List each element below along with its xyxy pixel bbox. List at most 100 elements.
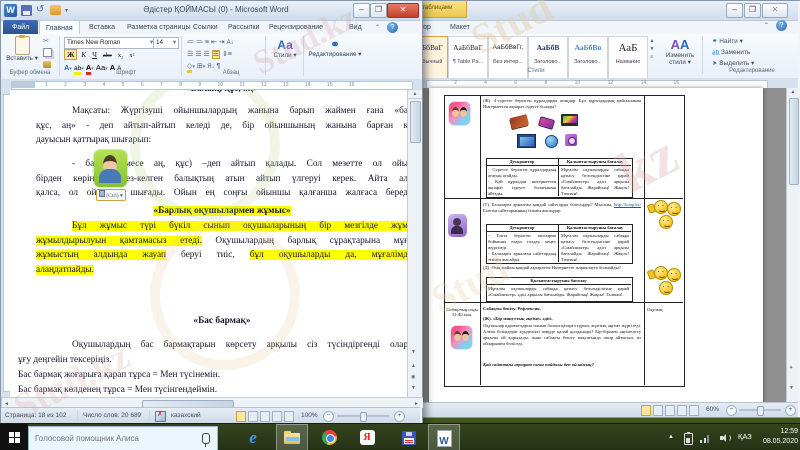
word-count[interactable]: Число слов: 20 689	[83, 412, 141, 419]
language-indicator[interactable]: казахский	[171, 412, 201, 419]
right-zoom-level[interactable]: 60%	[706, 406, 719, 413]
tab-file[interactable]: Файл	[3, 20, 38, 35]
zoom-out-icon[interactable]: −	[323, 411, 334, 422]
undo-icon[interactable]: ↺	[36, 4, 44, 15]
microphone-icon[interactable]	[202, 433, 210, 444]
justify-icon[interactable]: ☰	[212, 50, 220, 59]
right-restore-button[interactable]: ❐	[744, 3, 761, 18]
sort-icon[interactable]: А↓	[227, 40, 234, 46]
multilevel-list-icon[interactable]: ≡	[205, 39, 209, 46]
zoom-slider-thumb[interactable]	[360, 412, 367, 422]
taskbar-explorer-icon[interactable]	[276, 424, 308, 450]
start-button[interactable]	[0, 424, 28, 450]
style-title[interactable]: АаБ Название	[608, 36, 648, 80]
editing-button[interactable]: ⚭ Редактирование ▾	[307, 38, 363, 58]
zoom-in-icon[interactable]: +	[394, 411, 405, 422]
print-layout-view-icon[interactable]	[236, 411, 246, 422]
zoom-slider[interactable]	[739, 409, 781, 411]
zoom-in-icon[interactable]: +	[785, 405, 796, 416]
quick-print-icon[interactable]	[50, 5, 61, 15]
kitap-link[interactable]: http://kitap.kz/	[614, 202, 641, 207]
bullet-list-icon[interactable]: ≔	[187, 39, 194, 46]
scroll-down-icon[interactable]: ▼	[789, 384, 794, 392]
find-button[interactable]: ⚭ Найти ▾	[712, 37, 743, 46]
font-name-combo[interactable]: Times New Roman ▾	[64, 37, 156, 49]
right-tab-maket[interactable]: Макет	[444, 20, 476, 35]
tab-review[interactable]: Рецензирование	[263, 20, 329, 35]
zoom-slider[interactable]	[337, 415, 389, 417]
draft-view-icon[interactable]	[284, 411, 294, 422]
browse-object-icon[interactable]: ◉	[411, 373, 415, 381]
taskbar-yandex-icon[interactable]: Я	[352, 424, 382, 450]
language-switcher[interactable]: ҚАЗ	[738, 432, 752, 441]
taskbar-floppy-icon[interactable]	[394, 424, 424, 450]
format-painter-icon[interactable]	[43, 61, 51, 68]
left-close-button[interactable]: ✕	[387, 3, 419, 18]
tab-page-layout[interactable]: Разметка страницы	[121, 20, 197, 35]
browse-prev-icon[interactable]: ✦	[789, 364, 793, 372]
line-spacing-icon[interactable]: ⇕≡	[222, 51, 232, 58]
print-layout-view-icon[interactable]	[641, 405, 651, 416]
scrollbar-thumb[interactable]	[410, 101, 421, 143]
left-vertical-ruler[interactable]	[1, 90, 10, 397]
right-vertical-scrollbar[interactable]: ▲ ▼ ✦	[786, 88, 799, 402]
left-zoom-level[interactable]: 100%	[301, 412, 318, 419]
spellcheck-icon[interactable]: ✗	[155, 411, 166, 422]
zoom-slider-thumb[interactable]	[757, 406, 764, 416]
left-minimize-button[interactable]: –	[353, 3, 370, 18]
view-buttons[interactable]	[641, 405, 699, 415]
browse-next-icon[interactable]: ▼	[411, 384, 416, 392]
tab-mailings[interactable]: Рассылки	[222, 20, 265, 35]
word-logo-icon[interactable]: W	[4, 4, 17, 17]
ribbon-collapse-icon[interactable]: ⌃	[375, 24, 380, 32]
left-horizontal-ruler[interactable]: 1 2 3 4 5 6 7 8 9 10 11 12 13 14 15 16	[1, 79, 422, 90]
battery-icon[interactable]	[684, 433, 693, 445]
tab-insert[interactable]: Вставка	[83, 20, 121, 35]
clock[interactable]: 12:59 08.05.2020	[756, 427, 798, 447]
browse-prev-icon[interactable]: ▲	[411, 362, 416, 370]
italic-icon[interactable]: К	[79, 50, 88, 59]
indent-icon[interactable]: ⇥	[219, 39, 225, 46]
web-view-icon[interactable]	[260, 411, 270, 422]
right-close-button[interactable]: ✕	[762, 3, 788, 18]
taskbar-search[interactable]	[28, 426, 218, 450]
pasted-avatar-image[interactable]	[94, 150, 127, 187]
select-button[interactable]: ➤ Выделить ▾	[712, 59, 754, 68]
search-input[interactable]	[29, 433, 202, 444]
taskbar-ie-icon[interactable]: e	[238, 424, 268, 450]
superscript-icon[interactable]: x²	[127, 52, 136, 59]
outdent-icon[interactable]: ⇤	[211, 39, 217, 46]
taskbar-chrome-icon[interactable]	[314, 424, 344, 450]
bold-icon[interactable]: Ж	[64, 49, 77, 60]
scroll-down-icon[interactable]: ▼	[411, 348, 416, 356]
paste-options-button[interactable]: (Ctrl) ▾	[96, 189, 126, 201]
numbered-list-icon[interactable]: ≕	[196, 39, 203, 46]
left-doc-page[interactable]: «Балық, құс, аң» Мақсаты: Жүргізуші ойын…	[10, 90, 407, 397]
paste-button[interactable]: Вставить ▾	[6, 36, 38, 62]
left-vertical-scrollbar[interactable]: ▲ ▼ ▲ ◉ ▼	[407, 90, 422, 397]
page-indicator[interactable]: Страница: 18 из 102	[5, 412, 66, 419]
tray-show-hidden-icon[interactable]: ▲	[668, 434, 674, 440]
font-size-combo[interactable]: 14 ▾	[153, 37, 179, 49]
outline-view-icon[interactable]	[677, 405, 687, 416]
strikethrough-icon[interactable]: abc	[101, 52, 114, 59]
right-doc-page[interactable]: (Ж). 4-суретте берілген құралдарды атаңд…	[429, 88, 763, 402]
subscript-icon[interactable]: x₂	[116, 52, 126, 59]
change-styles-button[interactable]: АА Изменить стили ▾	[662, 37, 698, 66]
cut-icon[interactable]: ✂	[43, 37, 49, 45]
tab-references[interactable]: Ссылки	[187, 20, 224, 35]
scrollbar-thumb[interactable]	[789, 98, 799, 185]
outline-view-icon[interactable]	[272, 411, 282, 422]
align-left-icon[interactable]: ☰	[187, 51, 193, 58]
styles-gallery-scroll[interactable]: ▲▼≡	[648, 37, 656, 61]
draft-view-icon[interactable]	[689, 405, 699, 416]
underline-icon[interactable]: Ч	[90, 50, 99, 59]
speaker-icon[interactable]	[720, 433, 730, 443]
zoom-out-icon[interactable]: −	[726, 405, 737, 416]
ribbon-collapse-icon[interactable]: ⌃	[764, 22, 769, 30]
view-buttons[interactable]	[236, 411, 294, 421]
taskbar-word-icon[interactable]: W	[428, 424, 460, 450]
fullscreen-view-icon[interactable]	[248, 411, 258, 422]
help-icon[interactable]: ?	[776, 20, 787, 31]
fullscreen-view-icon[interactable]	[653, 405, 663, 416]
